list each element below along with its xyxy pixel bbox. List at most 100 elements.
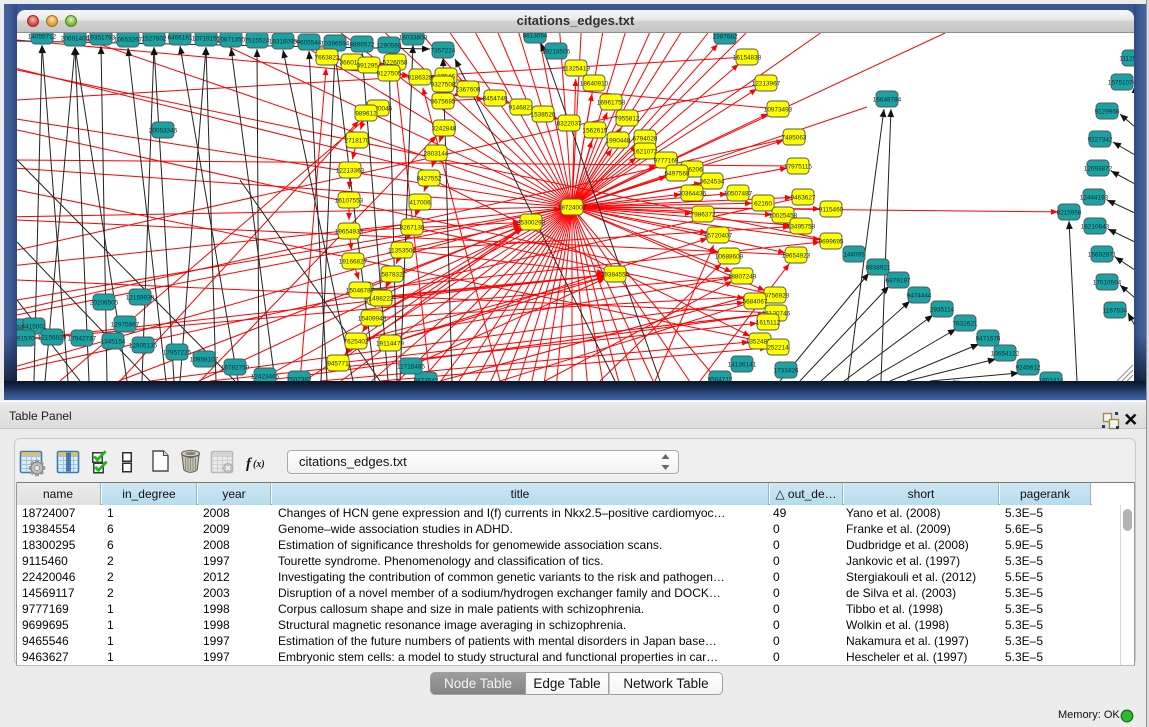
svg-text:12444193: 12444193 [1080,195,1109,202]
svg-text:15409948: 15409948 [358,316,387,323]
svg-text:17942737: 17942737 [68,336,97,343]
svg-text:6466161: 6466161 [168,35,193,42]
svg-text:7485063: 7485063 [782,135,807,142]
svg-text:10671355: 10671355 [217,37,246,44]
svg-text:8813054: 8813054 [523,33,548,40]
svg-text:252214: 252214 [767,345,789,352]
svg-text:9605544: 9605544 [297,40,322,47]
svg-text:2718170: 2718170 [345,138,370,145]
svg-text:9127505: 9127505 [377,71,402,78]
svg-text:1990448: 1990448 [606,138,631,145]
svg-text:20364436: 20364436 [678,191,707,198]
svg-text:12905135: 12905135 [129,343,158,350]
svg-text:16107553: 16107553 [335,198,364,205]
svg-text:7515524: 7515524 [245,38,270,45]
svg-text:25300293: 25300293 [517,220,546,227]
svg-text:10958107: 10958107 [190,357,219,364]
svg-text:19654923: 19654923 [782,253,811,260]
svg-text:1562615: 1562615 [583,128,608,135]
svg-text:11716485: 11716485 [397,364,425,371]
svg-text:20691406: 20691406 [61,36,90,43]
svg-text:18640910: 18640910 [580,81,609,88]
svg-text:12159938: 12159938 [126,295,155,302]
svg-text:17975115: 17975115 [784,164,812,171]
svg-text:11325419: 11325419 [562,66,590,73]
svg-text:19114479: 19114479 [376,341,404,348]
svg-text:8427552: 8427552 [417,176,442,183]
svg-text:8215958: 8215958 [1057,210,1082,217]
svg-text:62160: 62160 [754,201,772,208]
svg-text:9115460: 9115460 [819,207,844,214]
svg-text:16782759: 16782759 [221,365,250,372]
svg-text:f: f [246,456,253,472]
svg-text:12423465: 12423465 [251,374,280,381]
svg-text:9699695: 9699695 [819,239,844,246]
svg-text:16961758: 16961758 [597,100,626,107]
svg-text:7986372: 7986372 [691,212,716,219]
svg-text:144095: 144095 [843,252,865,259]
svg-text:2803144: 2803144 [424,151,449,158]
svg-text:19351793: 19351793 [87,35,116,42]
svg-text:7507382: 7507382 [287,377,312,382]
svg-text:16033809: 16033809 [399,35,428,42]
svg-text:1538520: 1538520 [531,112,556,119]
svg-text:391570: 391570 [17,336,35,343]
svg-text:16154838: 16154838 [733,55,762,62]
svg-text:9584712: 9584712 [708,377,733,382]
svg-text:18724007: 18724007 [558,205,587,212]
svg-text:10654122: 10654122 [991,351,1020,358]
svg-text:3675685: 3675685 [431,99,456,106]
svg-text:17957225: 17957225 [163,350,192,357]
svg-text:1498222: 1498222 [369,296,394,303]
svg-text:9227342: 9227342 [1088,137,1113,144]
svg-text:1527602: 1527602 [142,36,167,43]
svg-text:1802414: 1802414 [1039,378,1064,382]
svg-text:(x): (x) [253,459,265,470]
svg-text:7632621: 7632621 [953,321,978,328]
svg-text:2367608: 2367608 [456,87,481,94]
svg-text:20206505: 20206505 [90,300,119,307]
svg-text:8896572: 8896572 [350,42,375,49]
svg-text:417006: 417006 [409,200,431,207]
svg-text:10688609: 10688609 [715,254,744,261]
svg-text:15692971: 15692971 [1088,252,1117,259]
svg-text:19166827: 19166827 [339,259,368,266]
svg-text:2935114: 2935114 [930,307,955,314]
svg-text:15720407: 15720407 [704,233,733,240]
svg-text:1615112: 1615112 [756,320,781,327]
svg-text:8322037: 8322037 [557,121,582,128]
svg-text:6497568: 6497568 [665,171,690,178]
svg-text:1167534: 1167534 [1103,308,1128,315]
svg-text:12093872: 12093872 [1084,166,1113,173]
svg-text:19384554: 19384554 [601,272,630,279]
svg-text:1621072: 1621072 [633,149,658,156]
svg-text:16210643: 16210643 [1081,224,1110,231]
svg-text:9146821: 9146821 [509,105,534,112]
svg-text:12213967: 12213967 [752,81,781,88]
svg-text:989612: 989612 [355,111,377,118]
svg-text:9129966: 9129966 [1095,109,1120,116]
svg-text:6879197: 6879197 [886,278,911,285]
svg-text:10396594: 10396594 [321,41,350,48]
svg-text:12975867: 12975867 [111,322,140,329]
svg-text:8186328: 8186328 [408,75,433,82]
svg-text:5684067: 5684067 [743,299,768,306]
svg-text:14136141: 14136141 [728,362,757,369]
svg-text:14055712: 14055712 [28,34,57,41]
svg-text:16648784: 16648784 [873,97,902,104]
svg-text:17010504: 17010504 [1093,280,1122,287]
svg-text:19218506: 19218506 [542,49,571,56]
svg-text:9873542: 9873542 [414,378,439,382]
svg-text:587832: 587832 [381,272,403,279]
svg-text:9245612: 9245612 [1016,365,1041,372]
svg-text:945771: 945771 [327,361,349,368]
svg-text:3624534: 3624534 [700,179,725,186]
svg-text:2387682: 2387682 [713,34,738,41]
svg-text:1733426: 1733426 [774,368,799,375]
svg-text:9474444: 9474444 [907,293,932,300]
svg-text:11353504: 11353504 [388,248,416,255]
svg-text:10973493: 10973493 [764,107,793,114]
svg-text:8454749: 8454749 [483,96,508,103]
svg-text:13495758: 13495758 [787,224,816,231]
svg-text:11125419: 11125419 [1119,56,1134,63]
